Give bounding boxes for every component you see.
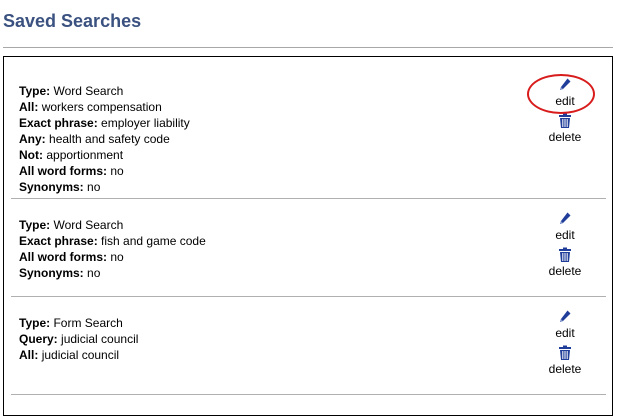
edit-label: edit bbox=[555, 94, 575, 108]
field-value: Word Search bbox=[53, 218, 124, 232]
field-value: apportionment bbox=[46, 148, 124, 162]
field-value: health and safety code bbox=[49, 132, 170, 146]
field-value: no bbox=[110, 164, 124, 178]
field-value: fish and game code bbox=[101, 234, 206, 248]
delete-label: delete bbox=[548, 362, 582, 376]
field-value: Form Search bbox=[53, 316, 123, 330]
field-value: no bbox=[87, 266, 101, 280]
trash-icon bbox=[559, 247, 571, 262]
field-value: employer liability bbox=[101, 116, 190, 130]
delete-label: delete bbox=[548, 130, 582, 144]
field-label: All word forms: bbox=[19, 250, 108, 264]
search-criteria: Type: Word Search All: workers compensat… bbox=[19, 83, 190, 195]
trash-icon bbox=[559, 345, 571, 360]
delete-button[interactable]: delete bbox=[535, 113, 595, 144]
saved-search-item: Type: Form Search Query: judicial counci… bbox=[11, 297, 606, 395]
field-label: Query: bbox=[19, 332, 58, 346]
criteria-line: Query: judicial council bbox=[19, 331, 138, 347]
title-divider bbox=[3, 47, 613, 48]
field-value: workers compensation bbox=[41, 100, 162, 114]
field-label: Type: bbox=[19, 316, 51, 330]
field-label: Type: bbox=[19, 84, 51, 98]
field-label: All: bbox=[19, 100, 39, 114]
field-label: Synonyms: bbox=[19, 266, 84, 280]
delete-button[interactable]: delete bbox=[535, 345, 595, 376]
field-value: Word Search bbox=[53, 84, 124, 98]
field-label: Type: bbox=[19, 218, 51, 232]
delete-button[interactable]: delete bbox=[535, 247, 595, 278]
criteria-line: Type: Form Search bbox=[19, 315, 138, 331]
criteria-line: Synonyms: no bbox=[19, 179, 190, 195]
delete-label: delete bbox=[548, 264, 582, 278]
edit-button[interactable]: edit bbox=[535, 211, 595, 242]
field-label: Synonyms: bbox=[19, 180, 84, 194]
edit-button[interactable]: edit bbox=[535, 77, 595, 108]
field-label: Exact phrase: bbox=[19, 116, 98, 130]
field-value: no bbox=[87, 180, 101, 194]
criteria-line: Synonyms: no bbox=[19, 265, 206, 281]
edit-label: edit bbox=[555, 228, 575, 242]
criteria-line: All word forms: no bbox=[19, 163, 190, 179]
criteria-line: Type: Word Search bbox=[19, 83, 190, 99]
criteria-line: All: judicial council bbox=[19, 347, 138, 363]
field-value: judicial council bbox=[61, 332, 139, 346]
field-label: All: bbox=[19, 348, 39, 362]
edit-button[interactable]: edit bbox=[535, 309, 595, 340]
saved-search-item: Type: Word Search Exact phrase: fish and… bbox=[11, 199, 606, 297]
field-label: All word forms: bbox=[19, 164, 108, 178]
criteria-line: Exact phrase: employer liability bbox=[19, 115, 190, 131]
saved-search-item: Type: Word Search All: workers compensat… bbox=[11, 57, 606, 199]
page-title: Saved Searches bbox=[3, 11, 142, 31]
search-criteria: Type: Form Search Query: judicial counci… bbox=[19, 315, 138, 363]
criteria-line: All word forms: no bbox=[19, 249, 206, 265]
edit-label: edit bbox=[555, 326, 575, 340]
search-criteria: Type: Word Search Exact phrase: fish and… bbox=[19, 217, 206, 281]
trash-icon bbox=[559, 113, 571, 128]
saved-searches-list: Type: Word Search All: workers compensat… bbox=[3, 56, 613, 416]
criteria-line: Any: health and safety code bbox=[19, 131, 190, 147]
criteria-line: Not: apportionment bbox=[19, 147, 190, 163]
pencil-icon bbox=[560, 310, 571, 322]
field-label: Any: bbox=[19, 132, 46, 146]
search-actions: edit delete bbox=[535, 309, 595, 376]
search-actions: edit delete bbox=[535, 211, 595, 278]
pencil-icon bbox=[560, 78, 571, 90]
criteria-line: Type: Word Search bbox=[19, 217, 206, 233]
criteria-line: Exact phrase: fish and game code bbox=[19, 233, 206, 249]
field-value: no bbox=[110, 250, 124, 264]
criteria-line: All: workers compensation bbox=[19, 99, 190, 115]
field-label: Exact phrase: bbox=[19, 234, 98, 248]
field-label: Not: bbox=[19, 148, 43, 162]
pencil-icon bbox=[560, 212, 571, 224]
field-value: judicial council bbox=[41, 348, 120, 362]
search-actions: edit delete bbox=[535, 77, 595, 144]
